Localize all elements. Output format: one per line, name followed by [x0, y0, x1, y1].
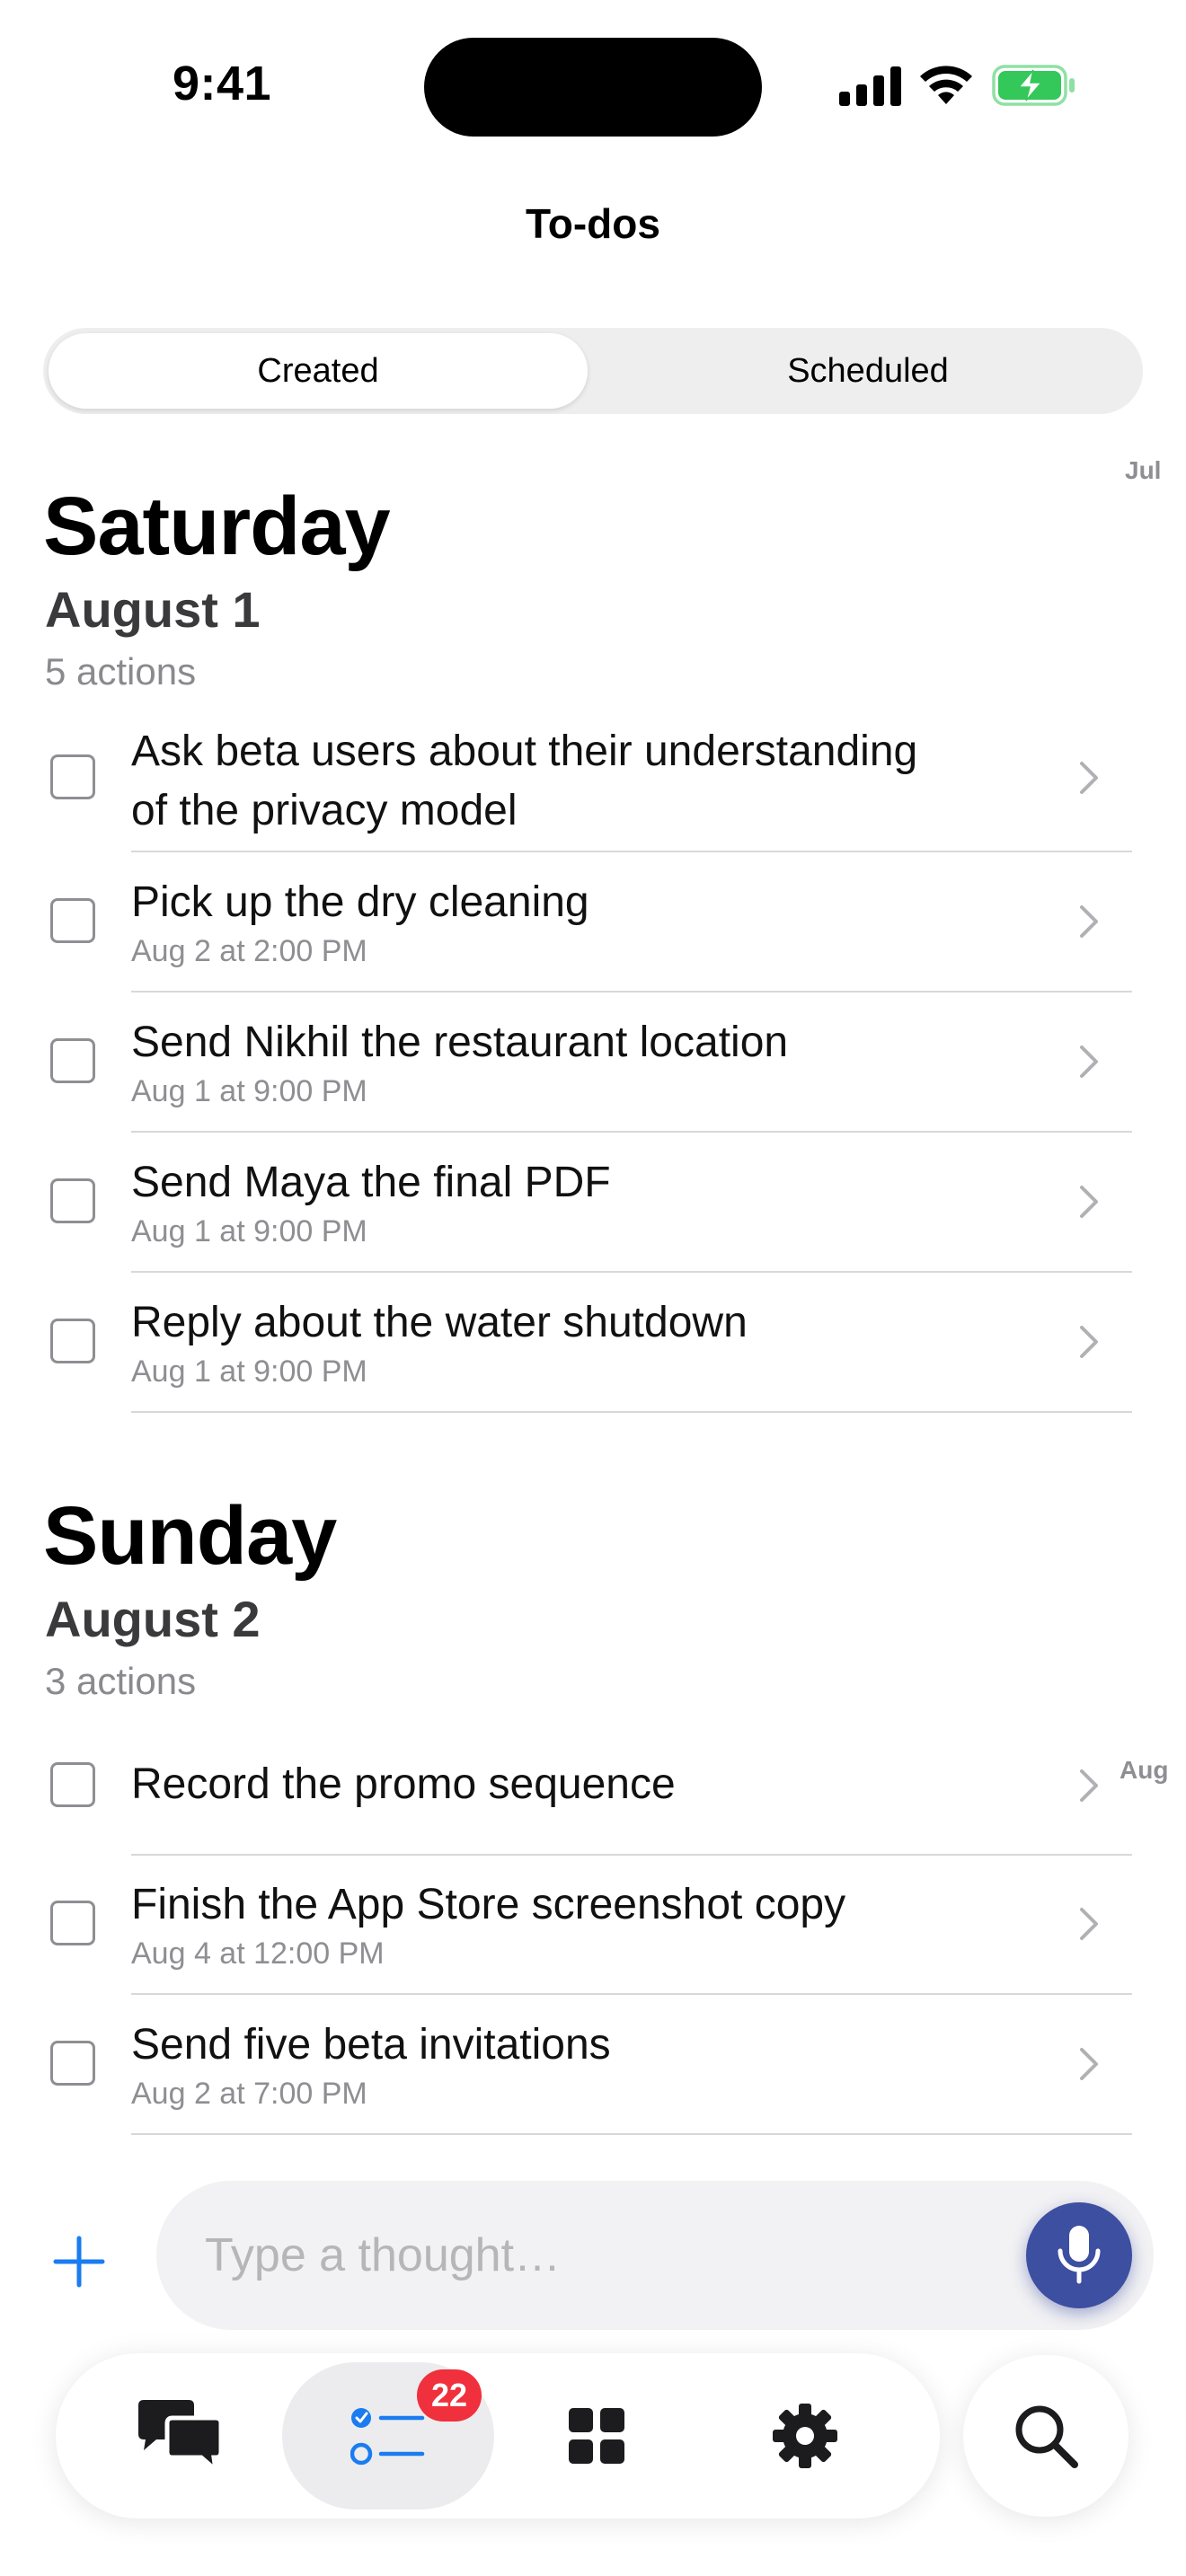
gear-icon: [773, 2404, 837, 2468]
section-date: August 2: [45, 1591, 261, 1647]
todo-title: Reply about the water shutdown: [131, 1299, 748, 1346]
voice-input-button[interactable]: [1026, 2202, 1132, 2308]
section-day-sunday: Sunday: [43, 1490, 337, 1582]
todo-row[interactable]: Record the promo sequence: [0, 1716, 1186, 1856]
checklist-icon: [350, 2408, 425, 2466]
chevron-right-icon: [1080, 1326, 1098, 1358]
grid-icon: [569, 2408, 624, 2464]
chevron-right-icon: [1080, 905, 1098, 938]
tab-todos[interactable]: 22: [282, 2362, 494, 2510]
tab-settings[interactable]: [699, 2362, 911, 2510]
row-divider: [131, 851, 1132, 852]
row-divider: [131, 991, 1132, 992]
todo-count-badge: 22: [417, 2369, 482, 2422]
row-divider: [131, 2133, 1132, 2135]
dynamic-island: [424, 38, 762, 137]
todo-title: Send Nikhil the restaurant location: [131, 1019, 789, 1066]
section-action-count: 5 actions: [45, 650, 197, 693]
section-date: August 1: [45, 581, 261, 638]
todo-scheduled-time: Aug 2 at 7:00 PM: [131, 2077, 367, 2111]
section-action-count: 3 actions: [45, 1660, 197, 1702]
todo-row[interactable]: Send Nikhil the restaurant location Aug …: [0, 993, 1186, 1134]
todo-title: Send five beta invitations: [131, 2021, 611, 2069]
chat-bubbles-icon: [138, 2400, 224, 2474]
todo-title: Pick up the dry cleaning: [131, 878, 589, 926]
todo-title-line2: of the privacy model: [131, 787, 518, 834]
view-segmented-control: Created Scheduled: [43, 328, 1143, 414]
todo-title: Finish the App Store screenshot copy: [131, 1881, 846, 1928]
todo-row[interactable]: Finish the App Store screenshot copy Aug…: [0, 1856, 1186, 1996]
todo-checkbox[interactable]: [50, 1178, 95, 1223]
todo-row[interactable]: Pick up the dry cleaning Aug 2 at 2:00 P…: [0, 853, 1186, 993]
todo-scheduled-time: Aug 1 at 9:00 PM: [131, 1354, 367, 1389]
chevron-right-icon: [1080, 2048, 1098, 2080]
tab-scheduled[interactable]: Scheduled: [598, 333, 1137, 409]
chevron-right-icon: [1080, 1769, 1098, 1802]
todo-checkbox[interactable]: [50, 2041, 95, 2086]
row-divider: [131, 1993, 1132, 1995]
status-time: 9:41: [173, 57, 272, 110]
todo-scheduled-time: Aug 2 at 2:00 PM: [131, 934, 367, 968]
todo-row[interactable]: Reply about the water shutdown Aug 1 at …: [0, 1274, 1186, 1414]
tab-created[interactable]: Created: [49, 333, 588, 409]
todo-row[interactable]: Send five beta invitations Aug 2 at 7:00…: [0, 1996, 1186, 2136]
cellular-signal-icon: [839, 66, 901, 106]
todo-checkbox[interactable]: [50, 1762, 95, 1807]
chevron-right-icon: [1080, 1045, 1098, 1078]
todo-row[interactable]: Ask beta users about their understanding…: [0, 710, 1186, 853]
page-title: To-dos: [526, 200, 660, 247]
chevron-right-icon: [1080, 1908, 1098, 1940]
add-todo-button[interactable]: [50, 2233, 108, 2290]
row-divider: [131, 1411, 1132, 1413]
month-index-jul[interactable]: Jul: [1125, 456, 1161, 485]
todo-checkbox[interactable]: [50, 1038, 95, 1083]
todo-title: Send Maya the final PDF: [131, 1159, 611, 1206]
todo-checkbox[interactable]: [50, 1901, 95, 1945]
tab-chats[interactable]: [74, 2362, 286, 2510]
row-divider: [131, 1131, 1132, 1133]
tab-dashboard[interactable]: [491, 2362, 703, 2510]
thought-input[interactable]: [156, 2181, 1154, 2330]
search-button[interactable]: [963, 2355, 1128, 2517]
status-bar: 9:41: [0, 0, 1186, 162]
section-day-saturday: Saturday: [43, 481, 391, 572]
battery-charging-icon: [992, 65, 1075, 106]
search-icon: [1015, 2405, 1078, 2468]
chevron-right-icon: [1080, 762, 1098, 794]
todo-checkbox[interactable]: [50, 1319, 95, 1363]
todo-row[interactable]: Send Maya the final PDF Aug 1 at 9:00 PM: [0, 1134, 1186, 1274]
wifi-icon: [920, 66, 972, 104]
microphone-icon: [1058, 2226, 1101, 2284]
tab-bar: 22: [56, 2353, 940, 2519]
todo-scheduled-time: Aug 1 at 9:00 PM: [131, 1214, 367, 1248]
todo-checkbox[interactable]: [50, 754, 95, 799]
row-divider: [131, 1271, 1132, 1273]
todo-scheduled-time: Aug 4 at 12:00 PM: [131, 1936, 385, 1971]
todo-title: Record the promo sequence: [131, 1760, 676, 1808]
todo-scheduled-time: Aug 1 at 9:00 PM: [131, 1074, 367, 1108]
todo-title-line1: Ask beta users about their understanding: [131, 728, 918, 775]
chevron-right-icon: [1080, 1186, 1098, 1218]
todo-checkbox[interactable]: [50, 898, 95, 943]
